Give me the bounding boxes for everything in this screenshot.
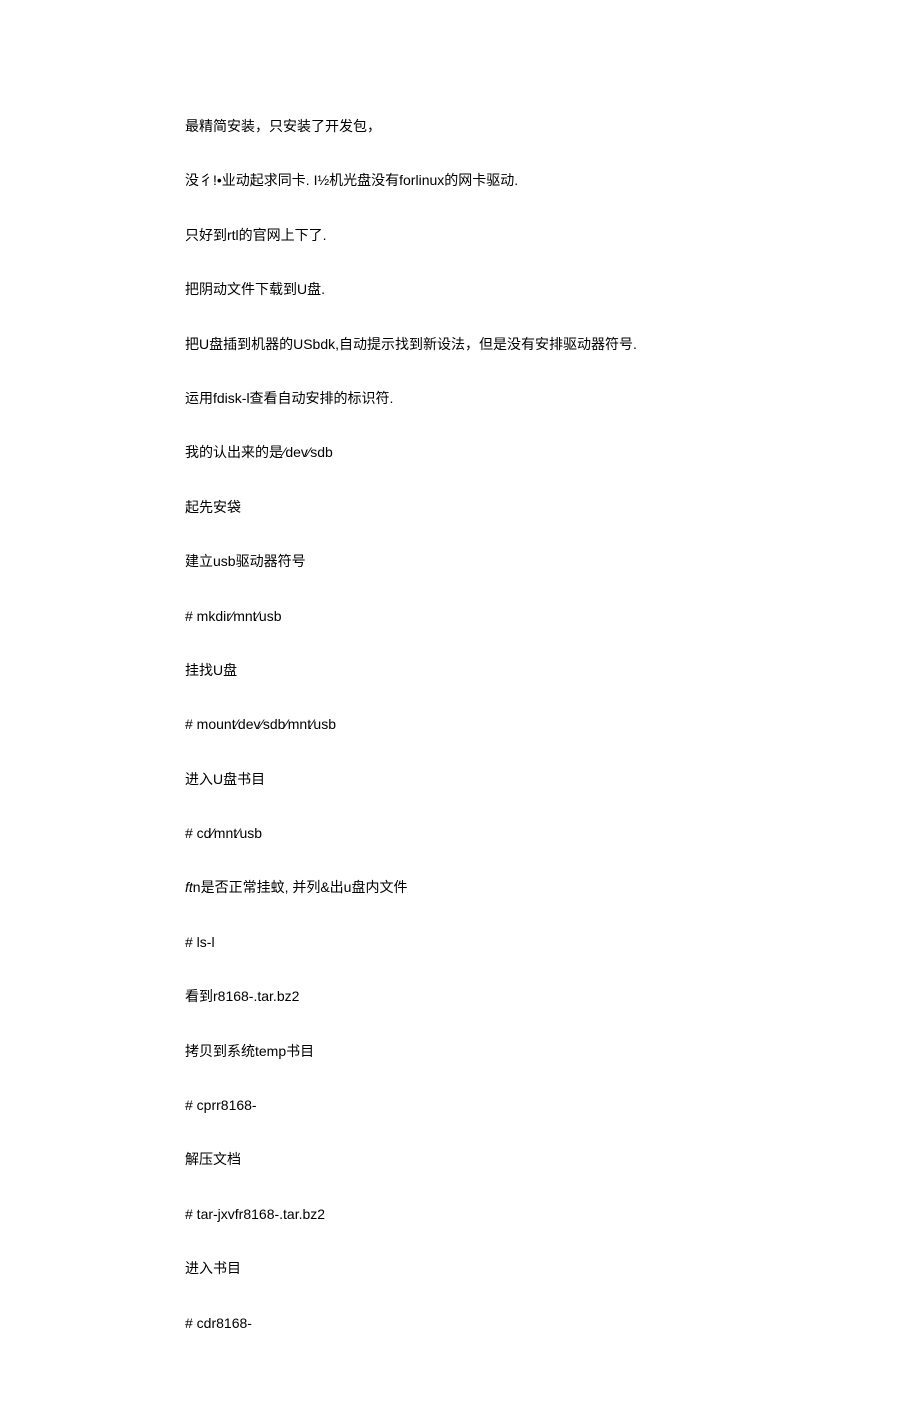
paragraph: 我的认出来的是⁄dev⁄sdb (185, 441, 735, 463)
paragraph: 起先安袋 (185, 496, 735, 518)
paragraph: 把U盘插到机器的USbdk,自动提示找到新设法，但是没有安排驱动器符号. (185, 333, 735, 355)
paragraph: 挂找U盘 (185, 659, 735, 681)
paragraph: ftn是否正常挂蚊, 并列&出u盘内文件 (185, 876, 735, 898)
command-line: # cdr8168- (185, 1312, 735, 1334)
command-line: # cd⁄mnt⁄usb (185, 822, 735, 844)
paragraph: 看到r8168-.tar.bz2 (185, 985, 735, 1007)
command-line: # mkdir⁄mnt⁄usb (185, 605, 735, 627)
paragraph: 运用fdisk-l查看自动安排的标识符. (185, 387, 735, 409)
text-span: n是否正常挂蚊, 并列&出u盘内文件 (193, 879, 408, 895)
command-line: # ls-l (185, 931, 735, 953)
paragraph: 建立usb驱动器符号 (185, 550, 735, 572)
italic-text: ft (185, 879, 193, 895)
paragraph: 最精简安装，只安装了开发包， (185, 115, 735, 137)
paragraph: 只好到rtl的官网上下了. (185, 224, 735, 246)
paragraph: 拷贝到系统temp书目 (185, 1040, 735, 1062)
paragraph: 进入U盘书目 (185, 768, 735, 790)
command-line: # tar-jxvfr8168-.tar.bz2 (185, 1203, 735, 1225)
paragraph: 没彳!•业动起求同卡. I½机光盘没有forlinux的网卡驱动. (185, 169, 735, 191)
paragraph: 解压文档 (185, 1148, 735, 1170)
command-line: # cprr8168- (185, 1094, 735, 1116)
command-line: # mount⁄dev⁄sdb⁄mnt⁄usb (185, 713, 735, 735)
paragraph: 把阴动文件下载到U盘. (185, 278, 735, 300)
paragraph: 进入书目 (185, 1257, 735, 1279)
